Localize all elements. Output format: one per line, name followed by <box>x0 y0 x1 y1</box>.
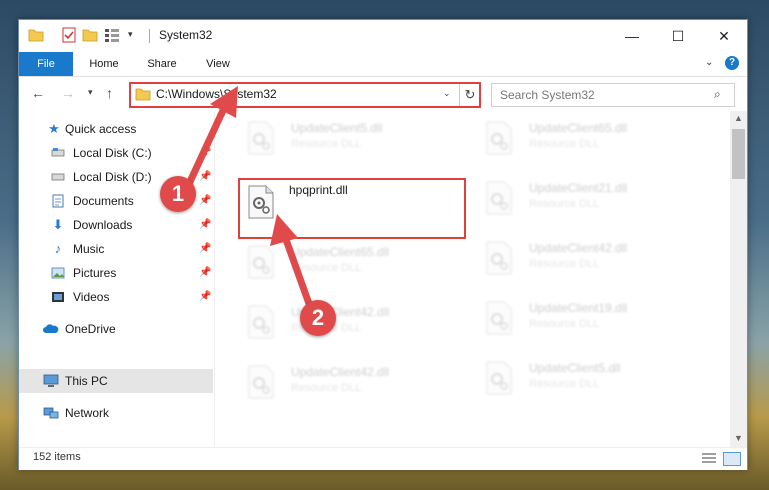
videos-icon <box>51 290 65 304</box>
item-count: 152 items <box>33 451 81 463</box>
dll-file-icon <box>486 301 512 335</box>
sidebar-item-quick-access[interactable]: ★ Quick access <box>19 117 213 141</box>
list-view-icon[interactable] <box>104 27 120 43</box>
new-folder-icon[interactable] <box>82 27 98 43</box>
download-icon: ⬇ <box>52 217 64 232</box>
tab-view[interactable]: View <box>193 52 243 76</box>
network-icon <box>43 406 59 420</box>
details-view-icon[interactable] <box>701 452 717 464</box>
dll-file-icon <box>486 121 512 155</box>
address-dropdown-chevron-icon[interactable]: ⌄ <box>443 88 451 99</box>
title-bar: ▾ System32 — ☐ ✕ <box>19 20 747 52</box>
sidebar-item-music[interactable]: ♪ Music 📌 <box>19 237 213 261</box>
pin-icon[interactable]: 📌 <box>199 285 211 309</box>
cloud-icon <box>43 322 59 336</box>
pin-icon[interactable]: 📌 <box>199 261 211 285</box>
status-bar: 152 items <box>19 447 747 470</box>
window-title: System32 <box>159 28 213 42</box>
navigation-pane: ★ Quick access Local Disk (C:) 📌 Local D… <box>19 111 215 447</box>
sidebar-item-network[interactable]: Network <box>19 401 213 425</box>
pin-icon[interactable]: 📌 <box>199 189 211 213</box>
sidebar-item-downloads[interactable]: ⬇ Downloads 📌 <box>19 213 213 237</box>
file-item[interactable]: UpdateClient42.dll Resource DLL <box>239 299 459 349</box>
forward-arrow-icon[interactable]: → <box>61 85 75 101</box>
customize-toolbar-chevron-icon[interactable]: ▾ <box>128 29 144 45</box>
help-icon[interactable]: ? <box>725 56 739 70</box>
address-row: ← → ▾ ↑ C:\Windows\System32 ⌄ ↻ Search S… <box>19 77 747 111</box>
address-path[interactable]: C:\Windows\System32 <box>156 87 277 101</box>
dll-file-icon <box>486 361 512 395</box>
sidebar-item-local-disk-c[interactable]: Local Disk (C:) 📌 <box>19 141 213 165</box>
dll-file-icon <box>248 121 274 155</box>
folder-icon[interactable] <box>28 27 44 43</box>
folder-icon <box>135 88 151 101</box>
maximize-button[interactable]: ☐ <box>655 20 701 52</box>
recent-locations-chevron-icon[interactable]: ▾ <box>88 87 93 98</box>
file-item[interactable]: UpdateClient5.dll Resource DLL <box>477 355 697 405</box>
drive-icon <box>51 146 65 160</box>
sidebar-item-onedrive[interactable]: OneDrive <box>19 317 213 341</box>
minimize-button[interactable]: — <box>609 20 655 52</box>
music-icon: ♪ <box>54 241 62 256</box>
search-icon[interactable]: ⌕ <box>714 87 721 102</box>
dll-file-icon <box>486 181 512 215</box>
dll-file-icon <box>248 305 274 339</box>
sidebar-item-pictures[interactable]: Pictures 📌 <box>19 261 213 285</box>
documents-icon <box>51 194 65 208</box>
callout-badge-1: 1 <box>160 176 196 212</box>
pin-icon[interactable]: 📌 <box>199 237 211 261</box>
large-icons-view-icon[interactable] <box>723 452 741 466</box>
file-item[interactable]: UpdateClient65.dll Resource DLL <box>477 115 697 165</box>
title-separator <box>149 29 150 43</box>
dll-file-icon <box>248 365 274 399</box>
pin-icon[interactable]: 📌 <box>199 141 211 165</box>
file-list: UpdateClient5.dll Resource DLL hpqprint.… <box>215 111 730 447</box>
properties-check-icon[interactable] <box>61 27 77 43</box>
vertical-scrollbar[interactable]: ▲ ▼ <box>730 111 747 447</box>
pictures-icon <box>51 266 65 280</box>
back-arrow-icon[interactable]: ← <box>31 85 45 101</box>
search-input[interactable]: Search System32 ⌕ <box>491 83 735 107</box>
file-item[interactable]: UpdateClient65.dll Resource DLL <box>239 239 459 289</box>
star-icon: ★ <box>48 121 60 136</box>
computer-icon <box>43 374 59 388</box>
file-item[interactable]: UpdateClient5.dll Resource DLL <box>239 115 459 165</box>
tab-home[interactable]: Home <box>77 52 131 76</box>
file-item[interactable]: UpdateClient42.dll Resource DLL <box>477 235 697 285</box>
refresh-icon[interactable]: ↻ <box>459 84 480 106</box>
search-placeholder: Search System32 <box>500 88 595 102</box>
dll-file-icon <box>486 241 512 275</box>
file-item[interactable]: UpdateClient21.dll Resource DLL <box>477 175 697 225</box>
file-item[interactable]: UpdateClient42.dll Resource DLL <box>239 359 459 409</box>
close-button[interactable]: ✕ <box>701 20 747 52</box>
dll-file-icon <box>248 245 274 279</box>
tab-file[interactable]: File <box>19 52 73 76</box>
drive-icon <box>51 170 65 184</box>
scroll-down-icon[interactable]: ▼ <box>734 433 743 443</box>
ribbon-tabs: File Home Share View ⌄ ? <box>19 52 747 77</box>
tab-share[interactable]: Share <box>135 52 189 76</box>
highlight-box <box>238 178 466 239</box>
sidebar-item-videos[interactable]: Videos 📌 <box>19 285 213 309</box>
file-item[interactable]: UpdateClient19.dll Resource DLL <box>477 295 697 345</box>
sidebar-item-this-pc[interactable]: This PC <box>19 369 213 393</box>
up-arrow-icon[interactable]: ↑ <box>106 85 113 101</box>
scroll-thumb[interactable] <box>732 129 745 179</box>
explorer-window: ▾ System32 — ☐ ✕ File Home Share View ⌄ … <box>18 19 748 470</box>
callout-badge-2: 2 <box>300 300 336 336</box>
expand-ribbon-chevron-icon[interactable]: ⌄ <box>705 57 713 68</box>
address-bar[interactable]: C:\Windows\System32 ⌄ ↻ <box>129 82 481 108</box>
pin-icon[interactable]: 📌 <box>199 165 211 189</box>
pin-icon[interactable]: 📌 <box>199 213 211 237</box>
scroll-up-icon[interactable]: ▲ <box>734 113 743 123</box>
